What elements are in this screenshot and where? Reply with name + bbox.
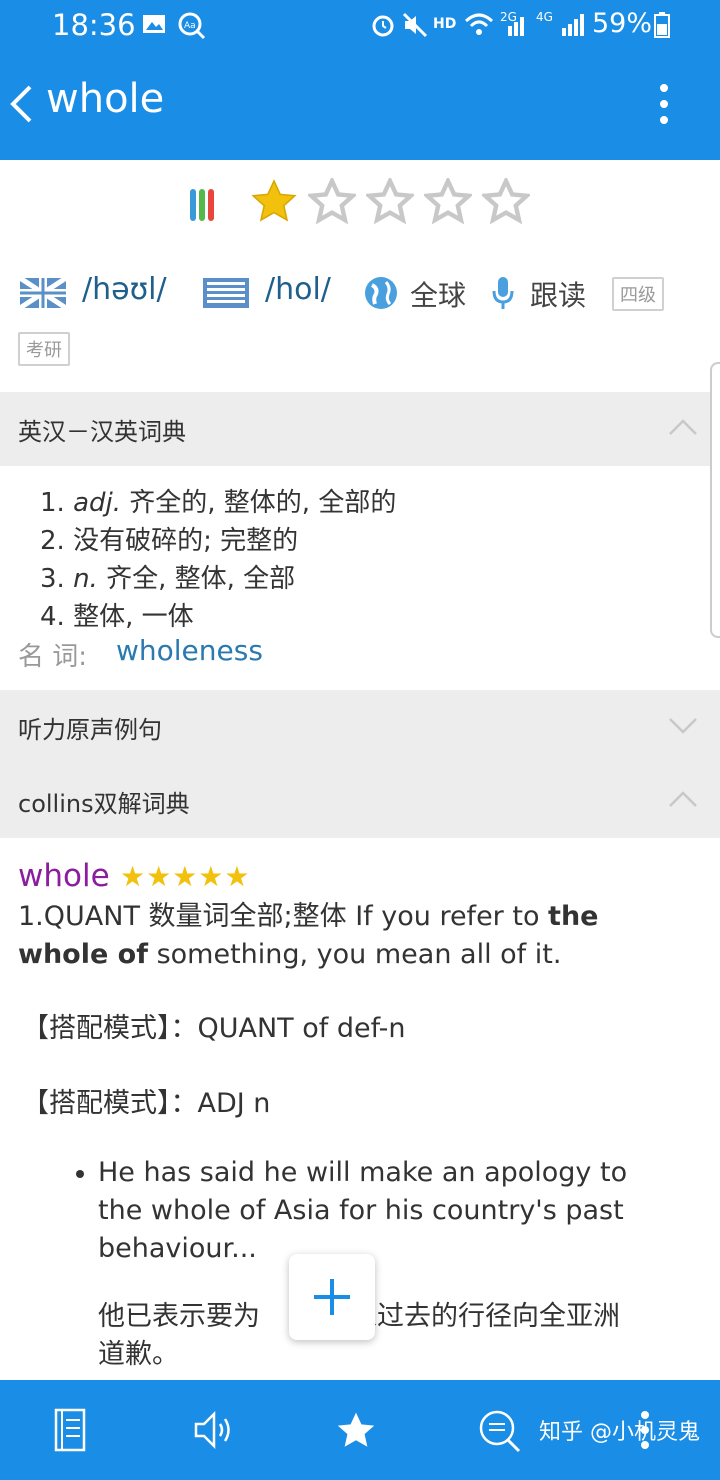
definition-item: 1. adj. 齐全的, 整体的, 全部的 <box>40 488 397 518</box>
collins-headword: whole <box>18 858 110 894</box>
chevron-left-icon[interactable] <box>8 84 34 124</box>
uk-phonetic[interactable]: /həʊl/ <box>82 272 167 307</box>
section-title: 听力原声例句 <box>18 716 162 744</box>
search-list-icon[interactable] <box>476 1408 522 1454</box>
page-title: whole <box>46 76 165 122</box>
chevron-down-icon <box>669 718 697 734</box>
global-pronunciation-label[interactable]: 全球 <box>410 274 466 314</box>
more-vertical-icon[interactable] <box>654 82 674 126</box>
frequency-bars-icon <box>190 189 214 221</box>
star-filled-icon <box>251 179 297 222</box>
star-empty-icon <box>482 178 530 225</box>
definition-list: 1. adj. 齐全的, 整体的, 全部的 2. 没有破碎的; 完整的 3. n… <box>40 484 396 636</box>
battery-icon <box>654 12 670 38</box>
section-header-ec-dict[interactable]: 英汉－汉英词典 <box>0 392 720 466</box>
star-empty-icon <box>424 178 472 225</box>
notebook-icon[interactable] <box>52 1408 88 1452</box>
dictionary-notification-icon: Aa <box>178 12 206 40</box>
speaker-icon[interactable] <box>192 1410 238 1450</box>
level-tag-kaoyan: 考研 <box>18 332 70 366</box>
uk-flag-icon <box>20 278 66 308</box>
definition-item: 4. 整体, 一体 <box>40 602 194 632</box>
definition-item: 2. 没有破碎的; 完整的 <box>40 526 299 556</box>
svg-text:Aa: Aa <box>184 21 196 31</box>
rating-stars <box>250 178 540 228</box>
collins-frequency-stars: ★★★★★ <box>120 860 251 893</box>
battery-percentage: 59% <box>592 8 653 39</box>
example-sentence-zh: 他已表示要为 家过去的行径向全亚洲 道歉。 <box>98 1301 620 1370</box>
collins-sense: 1.QUANT 数量词全部;整体 If you refer to the whol… <box>18 901 599 970</box>
example-sentence-en: He has said he will make an apology to t… <box>98 1157 628 1264</box>
us-phonetic[interactable]: /hol/ <box>265 272 331 307</box>
star-empty-icon <box>308 178 356 225</box>
collocation-pattern: 【搭配模式】：ADJ n <box>22 1088 271 1119</box>
wifi-icon <box>464 13 494 35</box>
gallery-notification-icon <box>143 15 165 33</box>
level-tag-cet4: 四级 <box>612 277 664 311</box>
us-flag-icon <box>203 278 249 308</box>
section-title: 英汉－汉英词典 <box>18 418 186 446</box>
signal-4g-label: 4G <box>536 10 553 24</box>
chevron-up-icon <box>669 791 697 807</box>
definition-item: 3. n. 齐全, 整体, 全部 <box>40 564 296 594</box>
collocation-pattern: 【搭配模式】：QUANT of def-n <box>22 1013 406 1044</box>
side-drawer-handle[interactable] <box>710 362 720 638</box>
add-to-notebook-button[interactable] <box>289 1254 375 1340</box>
star-icon[interactable] <box>334 1410 378 1452</box>
bullet-icon <box>76 1170 84 1178</box>
plus-icon <box>314 1279 350 1315</box>
alarm-icon <box>372 15 394 37</box>
watermark-text: 知乎 @小机灵鬼 <box>539 1420 700 1445</box>
mute-icon <box>402 12 428 38</box>
status-time: 18:36 <box>52 8 136 42</box>
section-header-listening[interactable]: 听力原声例句 <box>0 690 720 764</box>
hd-label: HD <box>433 16 457 32</box>
globe-icon <box>365 277 397 309</box>
read-along-label[interactable]: 跟读 <box>530 274 586 314</box>
chevron-up-icon <box>669 419 697 435</box>
section-header-collins[interactable]: collins双解词典 <box>0 764 720 838</box>
section-title: collins双解词典 <box>18 790 190 818</box>
noun-form-link[interactable]: wholeness <box>116 634 263 667</box>
noun-form-label: 名 词: <box>18 642 88 672</box>
star-empty-icon <box>366 178 414 225</box>
status-bar: 18:36 Aa HD 2G 4G 59% <box>0 0 720 50</box>
app-header: whole <box>0 50 720 160</box>
signal-2g-icon <box>508 17 524 36</box>
microphone-icon <box>492 277 514 309</box>
bottom-toolbar: 知乎 @小机灵鬼 <box>0 1380 720 1480</box>
signal-4g-icon <box>562 14 584 36</box>
